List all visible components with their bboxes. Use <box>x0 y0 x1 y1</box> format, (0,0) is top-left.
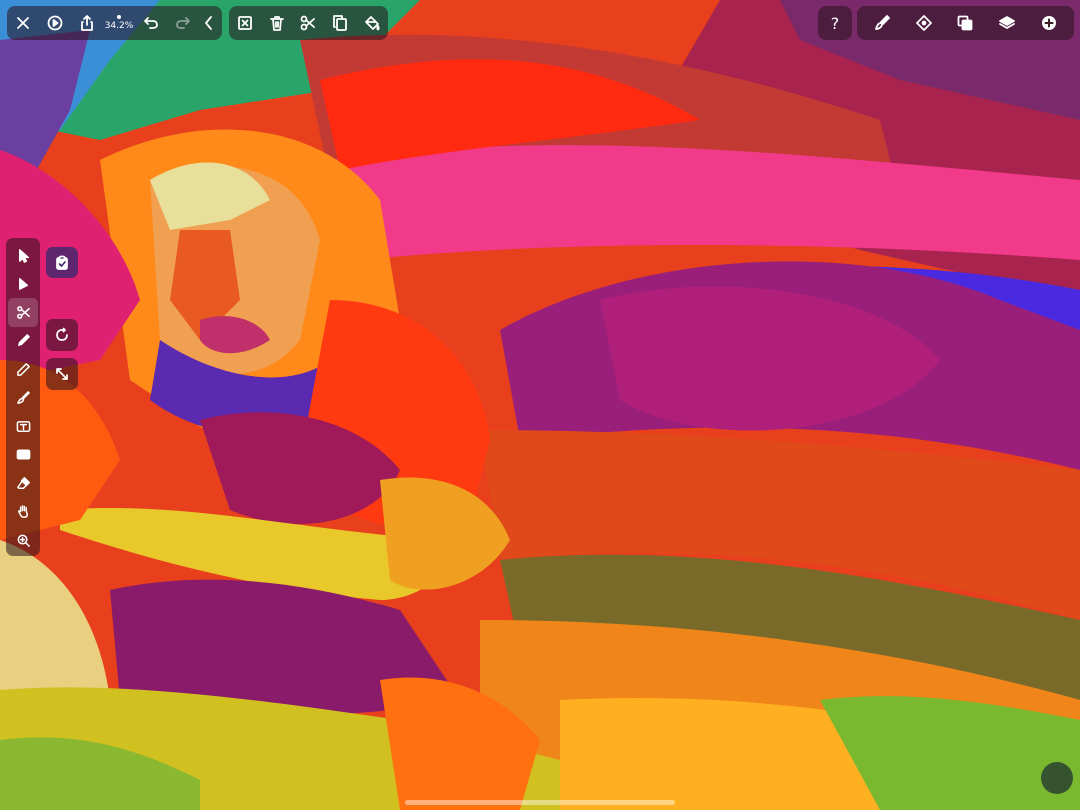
hand-icon[interactable] <box>8 498 38 527</box>
help-icon: ? <box>830 13 840 33</box>
share-icon[interactable] <box>71 7 103 39</box>
rotate-button[interactable] <box>46 319 78 351</box>
top-right-toolbar <box>857 6 1074 40</box>
zoom-indicator-icon <box>117 15 121 19</box>
close-icon[interactable] <box>7 7 39 39</box>
direct-select-icon[interactable] <box>8 270 38 299</box>
undo-icon[interactable] <box>135 7 167 39</box>
zoom-level[interactable]: 34.2% <box>103 7 135 39</box>
expand-icon <box>56 368 68 380</box>
deselect-icon[interactable] <box>229 7 261 39</box>
brush-settings-icon[interactable] <box>866 7 898 39</box>
brush-icon[interactable] <box>8 384 38 413</box>
trash-icon[interactable] <box>261 7 293 39</box>
zoom-icon[interactable] <box>8 526 38 555</box>
clipboard-button[interactable] <box>46 247 78 278</box>
paint-bucket-icon[interactable] <box>356 7 388 39</box>
clipboard-check-icon <box>56 255 68 270</box>
expand-button[interactable] <box>46 358 78 390</box>
canvas-navigator-button[interactable] <box>1041 762 1073 794</box>
zoom-level-label: 34.2% <box>104 21 134 31</box>
scissors-tool-icon[interactable] <box>8 298 38 327</box>
tools-panel <box>6 238 40 556</box>
top-left-toolbar: 34.2% <box>7 6 222 40</box>
rotate-icon <box>56 327 68 341</box>
transform-icon[interactable] <box>908 7 940 39</box>
pencil-icon[interactable] <box>8 355 38 384</box>
eraser-icon[interactable] <box>8 469 38 498</box>
shape-icon[interactable] <box>8 441 38 470</box>
edit-toolbar <box>229 6 388 40</box>
copy-icon[interactable] <box>324 7 356 39</box>
artwork-canvas[interactable] <box>0 0 1080 810</box>
boolean-icon[interactable] <box>949 7 981 39</box>
home-indicator[interactable] <box>405 800 675 805</box>
help-button[interactable]: ? <box>818 6 852 40</box>
select-icon[interactable] <box>8 241 38 270</box>
layers-icon[interactable] <box>991 7 1023 39</box>
pen-icon[interactable] <box>8 327 38 356</box>
add-icon[interactable] <box>1033 7 1065 39</box>
text-icon[interactable] <box>8 412 38 441</box>
scissors-icon[interactable] <box>293 7 325 39</box>
redo-icon[interactable] <box>167 7 199 39</box>
chevron-left-icon[interactable] <box>199 7 219 39</box>
play-icon[interactable] <box>39 7 71 39</box>
